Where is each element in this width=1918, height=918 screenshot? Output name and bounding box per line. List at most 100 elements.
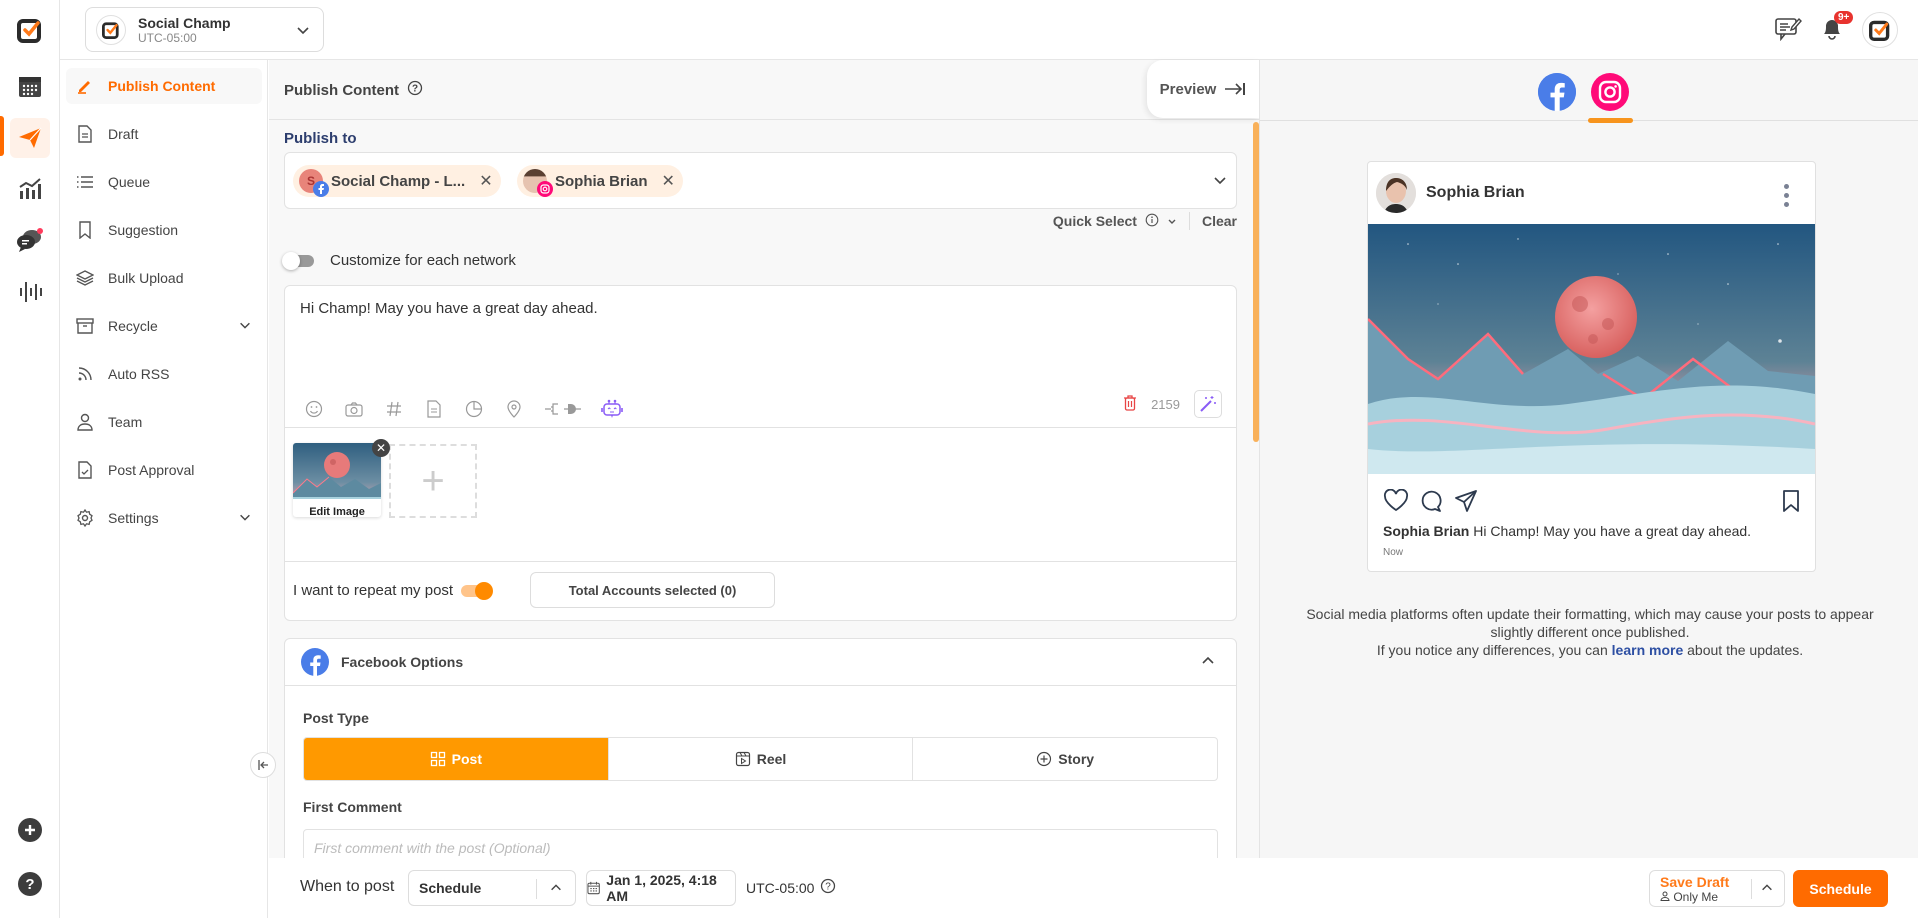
plugin-icon[interactable] bbox=[543, 398, 583, 420]
save-draft-label: Save Draft bbox=[1660, 874, 1730, 890]
icon-rail: ? bbox=[0, 0, 60, 918]
sidebar-item-suggestion[interactable]: Suggestion bbox=[66, 212, 262, 248]
pencil-icon bbox=[76, 77, 94, 95]
sidebar-item-label: Bulk Upload bbox=[108, 270, 184, 286]
document-icon[interactable] bbox=[423, 398, 445, 420]
analytics-icon[interactable] bbox=[12, 170, 48, 206]
trash-icon[interactable] bbox=[1123, 394, 1137, 414]
save-draft-button[interactable]: Save Draft Only Me bbox=[1649, 870, 1785, 907]
sidebar-item-recycle[interactable]: Recycle bbox=[66, 308, 262, 344]
total-accounts-button[interactable]: Total Accounts selected (0) bbox=[530, 572, 775, 608]
sidebar-item-bulk-upload[interactable]: Bulk Upload bbox=[66, 260, 262, 296]
share-icon[interactable] bbox=[1454, 489, 1478, 518]
comment-icon[interactable] bbox=[1418, 489, 1442, 518]
preview-toggle-button[interactable]: Preview bbox=[1147, 60, 1259, 118]
chevron-up-icon[interactable] bbox=[1200, 653, 1216, 672]
collapse-sidebar-button[interactable] bbox=[250, 752, 276, 778]
profile-avatar[interactable] bbox=[1862, 12, 1898, 48]
notification-bell-icon[interactable]: 9+ bbox=[1820, 10, 1854, 46]
remove-media-button[interactable]: ✕ bbox=[372, 439, 390, 457]
preview-timestamp: Now bbox=[1383, 547, 1404, 558]
add-media-button[interactable]: + bbox=[389, 444, 477, 518]
media-thumbnail[interactable]: Edit Image bbox=[293, 443, 381, 517]
location-pin-icon[interactable] bbox=[503, 398, 525, 420]
compose-note-icon[interactable] bbox=[1774, 15, 1802, 46]
account-chip: S Social Champ - L... ✕ bbox=[293, 165, 501, 197]
draft-visibility-label: Only Me bbox=[1673, 890, 1719, 904]
help-circle-icon[interactable]: ? bbox=[407, 80, 423, 100]
post-editor: Hi Champ! May you have a great day ahead… bbox=[284, 285, 1237, 621]
publish-icon[interactable] bbox=[10, 118, 50, 158]
schedule-type-select[interactable]: Schedule bbox=[408, 870, 576, 906]
calendar-icon bbox=[587, 881, 600, 895]
preview-tab-instagram[interactable] bbox=[1591, 73, 1629, 111]
chevron-down-icon bbox=[238, 510, 252, 527]
edit-image-button[interactable]: Edit Image bbox=[293, 504, 381, 517]
formatting-notice: Social media platforms often update thei… bbox=[1300, 605, 1880, 659]
rss-icon bbox=[76, 365, 94, 383]
user-icon bbox=[1660, 891, 1670, 901]
schedule-button[interactable]: Schedule bbox=[1793, 870, 1888, 907]
character-count: 2159 bbox=[1151, 396, 1180, 412]
date-time-picker[interactable]: Jan 1, 2025, 4:18 AM bbox=[586, 870, 736, 906]
account-selector[interactable]: Social Champ UTC-05:00 bbox=[85, 7, 324, 52]
chevron-down-icon[interactable] bbox=[1212, 172, 1228, 193]
facebook-icon bbox=[1538, 73, 1576, 111]
post-text-input[interactable]: Hi Champ! May you have a great day ahead… bbox=[300, 300, 598, 317]
post-type-story[interactable]: Story bbox=[913, 738, 1217, 780]
sidebar-item-post-approval[interactable]: Post Approval bbox=[66, 452, 262, 488]
magic-wand-button[interactable] bbox=[1194, 390, 1222, 418]
repeat-toggle[interactable] bbox=[461, 581, 494, 600]
camera-icon[interactable] bbox=[343, 398, 365, 420]
hashtag-icon[interactable] bbox=[383, 398, 405, 420]
customize-toggle[interactable] bbox=[282, 251, 314, 270]
caption-text: Hi Champ! May you have a great day ahead… bbox=[1473, 523, 1752, 539]
info-icon[interactable] bbox=[1145, 213, 1159, 230]
more-options-icon[interactable] bbox=[1784, 184, 1789, 207]
logo-icon[interactable] bbox=[12, 12, 48, 48]
schedule-type-value: Schedule bbox=[419, 880, 482, 896]
sidebar-item-publish-content[interactable]: Publish Content bbox=[66, 68, 262, 104]
pie-chart-icon[interactable] bbox=[463, 398, 485, 420]
notification-badge: 9+ bbox=[1834, 10, 1854, 24]
facebook-options-header[interactable]: Facebook Options bbox=[285, 639, 1236, 686]
list-icon bbox=[76, 173, 94, 191]
collapse-left-icon bbox=[258, 760, 268, 770]
remove-chip-icon[interactable]: ✕ bbox=[479, 171, 492, 191]
sidebar-item-label: Settings bbox=[108, 510, 159, 526]
sidebar-item-draft[interactable]: Draft bbox=[66, 116, 262, 152]
chevron-down-icon[interactable] bbox=[1167, 213, 1177, 229]
account-avatar: S bbox=[299, 169, 329, 197]
help-circle-icon[interactable]: ? bbox=[820, 878, 836, 897]
listening-icon[interactable] bbox=[12, 274, 48, 310]
account-multi-select[interactable]: S Social Champ - L... ✕ Sophia Brian ✕ bbox=[284, 152, 1237, 209]
post-type-reel[interactable]: Reel bbox=[609, 738, 914, 780]
add-icon[interactable] bbox=[12, 812, 48, 848]
save-bookmark-icon[interactable] bbox=[1782, 489, 1800, 518]
post-type-label: Reel bbox=[756, 751, 787, 767]
chevron-up-icon[interactable] bbox=[1760, 881, 1774, 900]
sidebar-item-auto-rss[interactable]: Auto RSS bbox=[66, 356, 262, 392]
emoji-icon[interactable] bbox=[303, 398, 325, 420]
account-chip-label: Social Champ - L... bbox=[331, 172, 466, 190]
clear-button[interactable]: Clear bbox=[1202, 213, 1237, 229]
sidebar-item-settings[interactable]: Settings bbox=[66, 500, 262, 536]
approval-icon bbox=[76, 461, 94, 479]
calendar-icon[interactable] bbox=[12, 68, 48, 104]
sidebar-item-queue[interactable]: Queue bbox=[66, 164, 262, 200]
quick-select-button[interactable]: Quick Select bbox=[1053, 213, 1137, 229]
post-image bbox=[1367, 224, 1816, 474]
help-icon[interactable]: ? bbox=[12, 866, 48, 902]
inbox-icon[interactable] bbox=[12, 222, 48, 258]
learn-more-link[interactable]: learn more bbox=[1612, 642, 1684, 658]
post-type-label: Story bbox=[1058, 751, 1095, 767]
sidebar-item-team[interactable]: Team bbox=[66, 404, 262, 440]
notice-text: about the updates. bbox=[1683, 642, 1804, 658]
ai-robot-icon[interactable] bbox=[601, 398, 623, 420]
like-icon[interactable] bbox=[1383, 488, 1409, 518]
preview-tab-facebook[interactable] bbox=[1538, 73, 1576, 111]
post-type-label: Post bbox=[451, 751, 482, 767]
facebook-icon bbox=[313, 181, 329, 197]
post-type-post[interactable]: Post bbox=[304, 738, 609, 780]
remove-chip-icon[interactable]: ✕ bbox=[662, 171, 675, 191]
